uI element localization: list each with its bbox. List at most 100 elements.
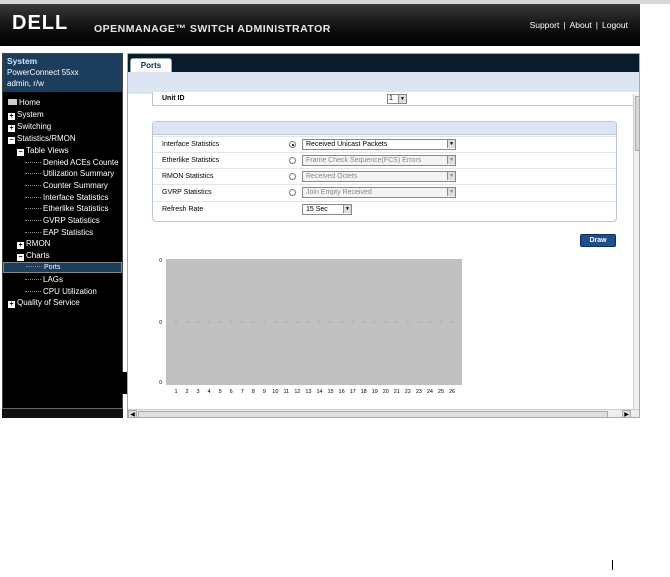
x-tick-label: 14 — [316, 389, 322, 395]
collapse-icon[interactable]: − — [17, 254, 24, 261]
chevron-down-icon[interactable]: ▼ — [447, 172, 455, 180]
sidebar-item-label: EAP Statistics — [43, 228, 94, 237]
x-tick-label: 6 — [230, 389, 233, 395]
sidebar-item-label: System — [17, 110, 44, 119]
sidebar-item-label: Home — [19, 98, 41, 107]
sidebar-item-label: CPU Utilization — [43, 287, 97, 296]
draw-button[interactable]: Draw — [580, 234, 616, 247]
interface-statistics-row: Interface Statistics Received Unicast Pac… — [153, 136, 616, 152]
interface-statistics-radio[interactable] — [289, 141, 296, 148]
sidebar-item-lags[interactable]: LAGs — [3, 274, 122, 285]
support-link[interactable]: Support — [530, 20, 560, 30]
device-model: PowerConnect 55xx — [7, 68, 79, 77]
sidebar-item-table-views[interactable]: − Table Views — [3, 145, 122, 156]
chevron-down-icon[interactable]: ▼ — [343, 205, 351, 213]
sidebar-item-system[interactable]: + System — [3, 109, 122, 120]
tree-branch-icon — [25, 220, 41, 221]
sidebar-item-label: Counter Summary — [43, 181, 108, 190]
horizontal-scroll-thumb[interactable] — [138, 411, 608, 417]
rmon-statistics-value: Received Octets — [306, 173, 358, 180]
sidebar-item-interface-statistics[interactable]: Interface Statistics — [3, 192, 122, 203]
rmon-statistics-select[interactable]: Received Octets ▼ — [302, 171, 456, 182]
x-tick-label: 20 — [383, 389, 389, 395]
sidebar-item-label: Utilization Summary — [43, 169, 115, 178]
x-tick-label: 3 — [197, 389, 200, 395]
etherlike-statistics-row: Etherlike Statistics Frame Check Sequence… — [153, 152, 616, 168]
x-tick-label: 15 — [327, 389, 333, 395]
sidebar-scrollbar[interactable] — [2, 408, 123, 418]
x-tick-label: 16 — [339, 389, 345, 395]
etherlike-statistics-radio[interactable] — [289, 157, 296, 164]
tree-branch-icon — [25, 197, 41, 198]
y-tick-label: 0 — [159, 320, 162, 326]
tree-branch-icon — [25, 279, 41, 280]
x-tick-label: 2 — [186, 389, 189, 395]
rmon-statistics-radio[interactable] — [289, 173, 296, 180]
folder-icon — [8, 99, 17, 105]
refresh-rate-select[interactable]: 15 Sec ▼ — [302, 204, 352, 215]
gvrp-statistics-value: Join Empty Received — [306, 189, 372, 196]
expand-icon[interactable]: + — [8, 125, 15, 132]
scroll-left-arrow-icon[interactable]: ◀ — [128, 410, 137, 417]
unit-id-select[interactable]: 1 ▼ — [387, 94, 407, 104]
x-tick-label: 12 — [294, 389, 300, 395]
sidebar-item-rmon[interactable]: + RMON — [3, 238, 122, 249]
collapse-icon[interactable]: − — [8, 137, 15, 144]
chevron-down-icon[interactable]: ▼ — [447, 156, 455, 164]
vertical-scroll-thumb[interactable] — [635, 96, 639, 151]
x-tick-label: 1 — [174, 389, 177, 395]
interface-statistics-label: Interface Statistics — [162, 141, 220, 148]
interface-statistics-select[interactable]: Received Unicast Packets ▼ — [302, 139, 456, 150]
expand-icon[interactable]: + — [17, 242, 24, 249]
sidebar-item-ports[interactable]: Ports — [3, 262, 122, 273]
page-margin-rule — [612, 560, 613, 570]
sidebar-item-statistics-rmon[interactable]: − Statistics/RMON — [3, 133, 122, 144]
gvrp-statistics-radio[interactable] — [289, 189, 296, 196]
collapse-icon[interactable]: − — [17, 149, 24, 156]
refresh-rate-row: Refresh Rate 15 Sec ▼ — [153, 201, 616, 217]
sidebar-item-eap-statistics[interactable]: EAP Statistics — [3, 227, 122, 238]
x-tick-label: 23 — [416, 389, 422, 395]
about-link[interactable]: About — [570, 20, 592, 30]
gvrp-statistics-select[interactable]: Join Empty Received ▼ — [302, 187, 456, 198]
logout-link[interactable]: Logout — [602, 20, 628, 30]
sidebar-item-switching[interactable]: + Switching — [3, 121, 122, 132]
x-tick-label: 25 — [438, 389, 444, 395]
horizontal-scrollbar[interactable]: ◀ ▶ — [128, 409, 639, 417]
sidebar-item-quality-of-service[interactable]: + Quality of Service — [3, 297, 122, 308]
rmon-statistics-row: RMON Statistics Received Octets ▼ — [153, 168, 616, 184]
rmon-statistics-label: RMON Statistics — [162, 173, 214, 180]
chevron-down-icon[interactable]: ▼ — [447, 188, 455, 196]
sidebar-item-label: Ports — [44, 264, 61, 271]
etherlike-statistics-label: Etherlike Statistics — [162, 157, 220, 164]
expand-icon[interactable]: + — [8, 301, 15, 308]
sidebar-item-counter-summary[interactable]: Counter Summary — [3, 180, 122, 191]
tab-bar: Ports — [128, 54, 639, 74]
gvrp-statistics-row: GVRP Statistics Join Empty Received ▼ — [153, 184, 616, 200]
x-tick-label: 11 — [284, 389, 290, 395]
x-tick-label: 10 — [272, 389, 278, 395]
sidebar-item-charts[interactable]: − Charts — [3, 250, 122, 261]
expand-icon[interactable]: + — [8, 113, 15, 120]
sidebar-item-home[interactable]: Home — [3, 97, 122, 108]
x-tick-label: 19 — [372, 389, 378, 395]
vertical-scrollbar[interactable] — [633, 94, 639, 417]
x-tick-label: 9 — [263, 389, 266, 395]
sidebar-item-cpu-utilization[interactable]: CPU Utilization — [3, 286, 122, 297]
sidebar-item-utilization-summary[interactable]: Utilization Summary — [3, 168, 122, 179]
etherlike-statistics-select[interactable]: Frame Check Sequence(FCS) Errors ▼ — [302, 155, 456, 166]
tree-branch-icon — [25, 208, 41, 209]
scroll-right-arrow-icon[interactable]: ▶ — [622, 410, 631, 417]
sidebar-item-etherlike-statistics[interactable]: Etherlike Statistics — [3, 203, 122, 214]
system-title[interactable]: System — [7, 56, 118, 67]
tree-branch-icon — [25, 162, 41, 163]
unit-id-value: 1 — [389, 95, 393, 102]
main-panel: Ports Unit ID 1 ▼ Interface Statistics Rec… — [127, 53, 640, 418]
sidebar-item-label: Charts — [26, 251, 50, 260]
chevron-down-icon[interactable]: ▼ — [398, 95, 406, 103]
x-tick-label: 8 — [252, 389, 255, 395]
sidebar-item-gvrp-statistics[interactable]: GVRP Statistics — [3, 215, 122, 226]
app-title: OPENMANAGE™ SWITCH ADMINISTRATOR — [94, 23, 331, 35]
chevron-down-icon[interactable]: ▼ — [447, 140, 455, 148]
sidebar-item-denied-aces-counte[interactable]: Denied ACEs Counte — [3, 157, 122, 168]
